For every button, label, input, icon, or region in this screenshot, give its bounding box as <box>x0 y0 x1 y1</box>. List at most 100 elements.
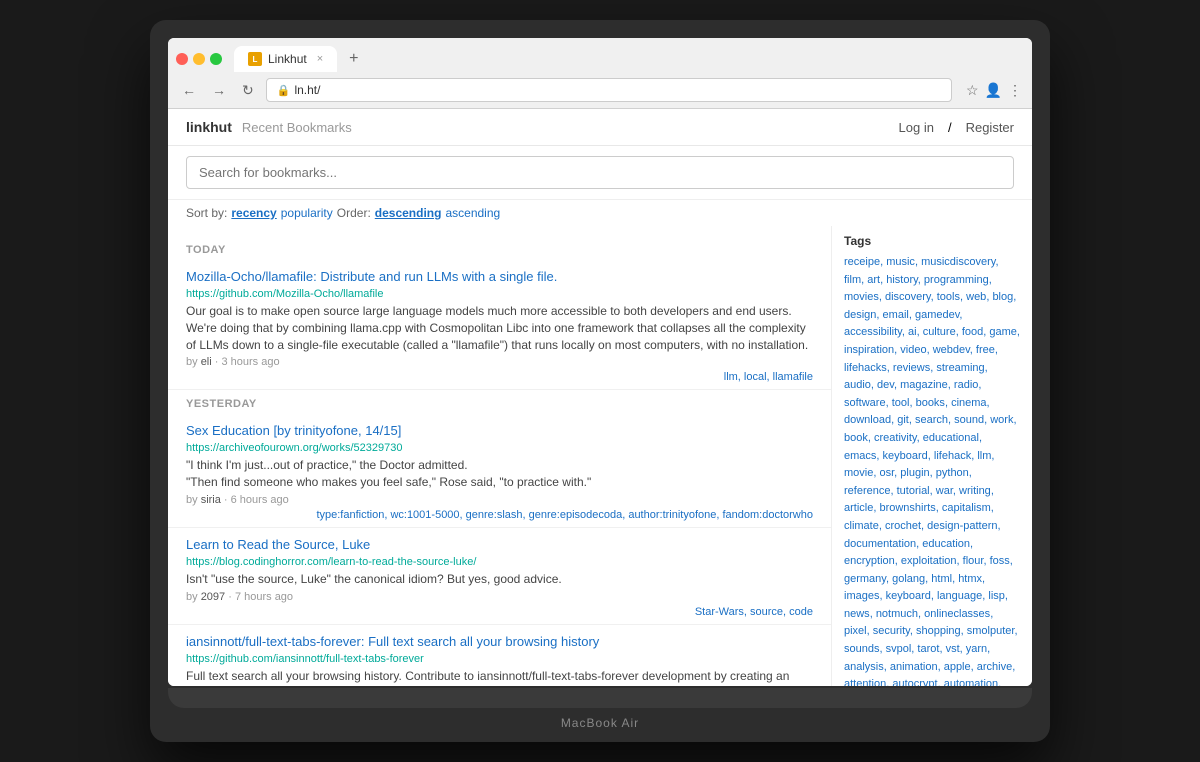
tab-close-button[interactable]: × <box>317 53 323 65</box>
tag-link[interactable]: vst <box>946 643 960 655</box>
tag-link[interactable]: automation <box>944 678 998 686</box>
star-button[interactable]: ☆ <box>966 82 979 99</box>
bookmark-title[interactable]: Learn to Read the Source, Luke <box>186 537 370 552</box>
tag-link[interactable]: programming <box>924 274 989 286</box>
tag-link[interactable]: software <box>844 397 886 409</box>
tag-link[interactable]: movies <box>844 291 879 303</box>
tag-link[interactable]: book <box>844 432 868 444</box>
tag-link[interactable]: htmx <box>958 573 982 585</box>
back-button[interactable]: ← <box>178 80 200 100</box>
tag-link[interactable]: security <box>873 625 910 637</box>
tag-link[interactable]: svpol <box>886 643 912 655</box>
tag-link[interactable]: germany <box>844 573 886 585</box>
search-input[interactable] <box>186 156 1014 189</box>
tag-link[interactable]: audio <box>844 379 871 391</box>
traffic-light-red[interactable] <box>176 53 188 65</box>
tag-link[interactable]: blog <box>992 291 1013 303</box>
tag-link[interactable]: reviews <box>893 362 930 374</box>
bookmark-title[interactable]: Mozilla-Ocho/llamafile: Distribute and r… <box>186 269 557 284</box>
tag-link[interactable]: lifehacks <box>844 362 887 374</box>
tag-link[interactable]: autocrypt <box>892 678 937 686</box>
new-tab-button[interactable]: + <box>341 46 366 72</box>
tag-link[interactable]: pixel <box>844 625 867 637</box>
tag-link[interactable]: tutorial <box>897 485 930 497</box>
address-bar[interactable]: 🔒 ln.ht/ <box>266 78 952 102</box>
bookmark-tags[interactable]: Star-Wars, source, code <box>186 606 813 618</box>
tag-link[interactable]: language <box>937 590 982 602</box>
order-descending[interactable]: descending <box>375 206 442 220</box>
profile-button[interactable]: 👤 <box>985 82 1002 99</box>
tag-link[interactable]: brownshirts <box>879 502 935 514</box>
tag-link[interactable]: sounds <box>844 643 879 655</box>
tag-link[interactable]: python <box>936 467 969 479</box>
tag-link[interactable]: war <box>936 485 953 497</box>
tag-link[interactable]: design <box>844 309 876 321</box>
tag-link[interactable]: article <box>844 502 873 514</box>
tags-list[interactable]: receipe, music, musicdiscovery, film, ar… <box>844 254 1020 686</box>
tag-link[interactable]: golang <box>892 573 925 585</box>
tag-link[interactable]: video <box>900 344 926 356</box>
tag-link[interactable]: food <box>962 326 983 338</box>
tag-link[interactable]: education <box>922 538 970 550</box>
tag-link[interactable]: history <box>886 274 918 286</box>
tag-link[interactable]: html <box>931 573 952 585</box>
tag-link[interactable]: plugin <box>900 467 929 479</box>
tag-link[interactable]: movie <box>844 467 873 479</box>
tag-link[interactable]: emacs <box>844 450 876 462</box>
tag-link[interactable]: search <box>915 414 948 426</box>
tag-link[interactable]: animation <box>890 661 938 673</box>
tag-link[interactable]: yarn <box>966 643 987 655</box>
bookmark-tags[interactable]: type:fanfiction, wc:1001-5000, genre:sla… <box>186 509 813 521</box>
tag-link[interactable]: accessibility <box>844 326 902 338</box>
tag-link[interactable]: tool <box>892 397 910 409</box>
tag-link[interactable]: foss <box>990 555 1010 567</box>
tag-link[interactable]: discovery <box>885 291 931 303</box>
tag-link[interactable]: tarot <box>917 643 939 655</box>
tag-link[interactable]: keyboard <box>883 450 928 462</box>
tag-link[interactable]: analysis <box>844 661 884 673</box>
tag-link[interactable]: lifehack <box>934 450 971 462</box>
tag-link[interactable]: culture <box>923 326 956 338</box>
bookmark-tags[interactable]: llm, local, llamafile <box>186 371 813 383</box>
menu-button[interactable]: ⋮ <box>1008 82 1022 99</box>
tag-link[interactable]: flour <box>963 555 984 567</box>
tag-link[interactable]: educational <box>923 432 979 444</box>
tag-link[interactable]: git <box>897 414 909 426</box>
tag-link[interactable]: design-pattern <box>927 520 997 532</box>
tag-link[interactable]: film <box>844 274 861 286</box>
tag-link[interactable]: capitalism <box>942 502 991 514</box>
tag-link[interactable]: art <box>867 274 880 286</box>
tag-link[interactable]: ai <box>908 326 917 338</box>
tag-link[interactable]: musicdiscovery <box>921 256 995 268</box>
tag-link[interactable]: game <box>989 326 1017 338</box>
tag-link[interactable]: streaming <box>936 362 984 374</box>
tag-link[interactable]: climate <box>844 520 879 532</box>
tag-link[interactable]: free <box>976 344 995 356</box>
tag-link[interactable]: archive <box>977 661 1012 673</box>
tag-link[interactable]: images <box>844 590 879 602</box>
tag-link[interactable]: cinema <box>951 397 986 409</box>
tag-link[interactable]: download <box>844 414 891 426</box>
sort-popularity[interactable]: popularity <box>281 206 333 220</box>
traffic-light-green[interactable] <box>210 53 222 65</box>
tag-link[interactable]: attention <box>844 678 886 686</box>
tag-link[interactable]: email <box>883 309 909 321</box>
tag-link[interactable]: crochet <box>885 520 921 532</box>
tag-link[interactable]: smolputer <box>967 625 1015 637</box>
tag-link[interactable]: encryption <box>844 555 895 567</box>
tag-link[interactable]: exploitation <box>901 555 957 567</box>
tag-link[interactable]: gamedev <box>915 309 959 321</box>
tag-link[interactable]: osr <box>879 467 894 479</box>
bookmark-title[interactable]: iansinnott/full-text-tabs-forever: Full … <box>186 634 599 649</box>
tag-link[interactable]: webdev <box>933 344 970 356</box>
tag-link[interactable]: radio <box>954 379 978 391</box>
tag-link[interactable]: dev <box>877 379 894 391</box>
forward-button[interactable]: → <box>208 80 230 100</box>
tag-link[interactable]: notmuch <box>876 608 918 620</box>
tag-link[interactable]: news <box>844 608 870 620</box>
tag-link[interactable]: writing <box>959 485 991 497</box>
tag-link[interactable]: creativity <box>874 432 917 444</box>
tag-link[interactable]: magazine <box>900 379 948 391</box>
login-link[interactable]: Log in <box>899 120 934 135</box>
refresh-button[interactable]: ↻ <box>238 80 258 101</box>
